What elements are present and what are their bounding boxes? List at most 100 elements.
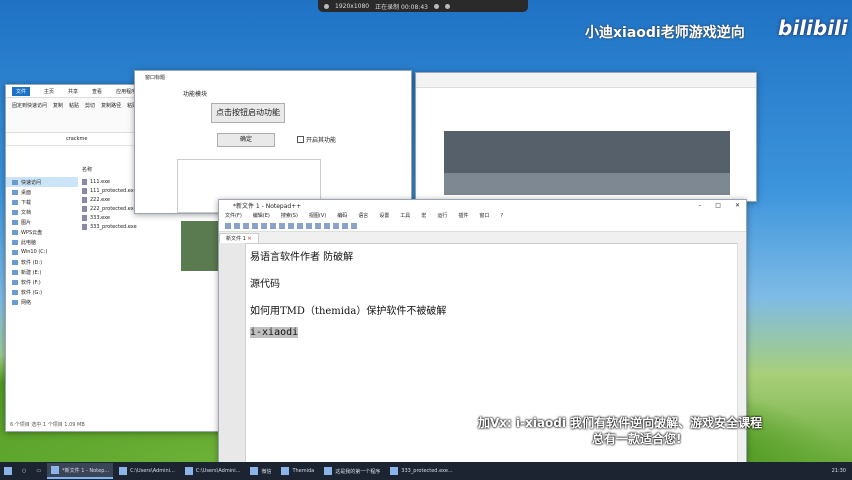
nav-item-drive-g[interactable]: 软件 (G:) — [6, 287, 78, 297]
tab-home[interactable]: 主页 — [44, 88, 54, 95]
paste-icon[interactable] — [297, 222, 303, 229]
replace-icon[interactable] — [333, 222, 339, 229]
start-button[interactable] — [0, 463, 16, 479]
nav-item-downloads[interactable]: 下载 — [6, 197, 78, 207]
menu-language[interactable]: 语言 — [358, 212, 368, 219]
folder-icon — [184, 467, 193, 475]
stop-icon[interactable] — [444, 3, 450, 9]
system-clock[interactable]: 21:30 — [828, 463, 850, 479]
start-feature-button[interactable]: 点击按钮启动功能 — [211, 103, 285, 123]
cut-button[interactable]: 剪切 — [85, 102, 95, 109]
dialog-title: 窗口标题 — [145, 74, 166, 81]
paste-button[interactable]: 粘贴 — [69, 102, 79, 109]
menu-macro[interactable]: 宏 — [421, 212, 426, 219]
pause-icon[interactable] — [433, 3, 439, 9]
taskbar-item-themida[interactable]: Themida — [277, 463, 318, 479]
app-dialog-window[interactable]: 窗口标题 功能模块 点击按钮启动功能 确定 开启其功能 — [134, 70, 412, 271]
copy-button[interactable]: 复制 — [53, 102, 63, 109]
menu-encoding[interactable]: 编码 — [337, 212, 347, 219]
nav-item-wps-cloud[interactable]: WPS云盘 — [6, 227, 78, 237]
editor-line-2[interactable]: 源代码 — [250, 275, 280, 290]
nav-item-documents[interactable]: 文档 — [6, 207, 78, 217]
computer-icon — [12, 239, 18, 245]
cut-icon[interactable] — [279, 222, 285, 229]
print-icon[interactable] — [270, 222, 276, 229]
tab-label: 新文件 1 — [226, 235, 246, 242]
menu-window[interactable]: 窗口 — [479, 212, 489, 219]
tab-close-icon[interactable]: ✕ — [247, 236, 251, 242]
list-item[interactable]: 333.exe — [82, 213, 137, 222]
save-all-icon[interactable] — [252, 222, 258, 229]
nav-item-drive-c[interactable]: Win10 (C:) — [6, 247, 78, 257]
taskbar-item-npp[interactable]: *新文件 1 - Notep... — [47, 463, 114, 479]
copy-path-button[interactable]: 复制路径 — [101, 102, 121, 109]
editor-line-3[interactable]: 如何用TMD（themida）保护软件不被破解 — [250, 302, 446, 317]
editor-line-1[interactable]: 易语言软件作者 防破解 — [250, 248, 353, 263]
copy-icon[interactable] — [288, 222, 294, 229]
menu-search[interactable]: 搜索(S) — [281, 212, 298, 219]
tab-share[interactable]: 共享 — [68, 88, 78, 95]
menu-tools[interactable]: 工具 — [400, 212, 410, 219]
taskbar-label: *新文件 1 - Notep... — [62, 467, 110, 474]
nav-item-desktop[interactable]: 桌面 — [6, 187, 78, 197]
tab-new-file-1[interactable]: 新文件 1 ✕ — [219, 232, 259, 243]
recorder-resolution: 1920x1080 — [335, 2, 370, 10]
maximize-icon[interactable]: □ — [715, 202, 721, 209]
file-name: 222.exe — [90, 196, 111, 203]
exe-icon — [82, 205, 87, 212]
menu-help[interactable]: ? — [500, 213, 503, 219]
taskbar-item-333-protected[interactable]: 333_protected.exe... — [386, 463, 456, 479]
nav-item-this-pc[interactable]: 此电脑 — [6, 237, 78, 247]
list-item[interactable]: 111_protected.exe — [82, 186, 137, 195]
nav-item-network[interactable]: 网络 — [6, 297, 78, 307]
list-item[interactable]: 222.exe — [82, 195, 137, 204]
menu-view[interactable]: 视图(V) — [309, 212, 326, 219]
menu-edit[interactable]: 编辑(E) — [253, 212, 270, 219]
tab-view[interactable]: 查看 — [92, 88, 102, 95]
list-item[interactable]: 222_protected.exe — [82, 204, 137, 213]
checkbox-box[interactable] — [297, 136, 304, 143]
nav-item-drive-f[interactable]: 软件 (F:) — [6, 277, 78, 287]
save-icon[interactable] — [243, 222, 249, 229]
close-file-icon[interactable] — [261, 222, 267, 229]
record-icon[interactable] — [324, 3, 329, 9]
new-file-icon[interactable] — [225, 222, 231, 229]
undo-icon[interactable] — [306, 222, 312, 229]
browser-window[interactable] — [415, 72, 757, 202]
file-name: 333.exe — [90, 214, 111, 221]
tab-file[interactable]: 文件 — [12, 86, 31, 96]
open-file-icon[interactable] — [234, 222, 240, 229]
taskbar-item-first-program[interactable]: 这是我的第一个程序 — [320, 463, 384, 479]
ok-button[interactable]: 确定 — [217, 133, 275, 147]
find-icon[interactable] — [324, 222, 330, 229]
taskbar-item-wechat[interactable]: 微信 — [246, 463, 275, 479]
minimize-icon[interactable]: – — [698, 202, 701, 209]
search-button[interactable]: ○ — [18, 463, 30, 479]
folder-icon — [119, 467, 128, 475]
task-view-button[interactable]: ▭ — [32, 463, 45, 479]
list-item[interactable]: 333_protected.exe — [82, 222, 137, 231]
zoom-out-icon[interactable] — [351, 222, 357, 229]
menu-run[interactable]: 运行 — [437, 212, 447, 219]
column-header-name[interactable]: 名称 — [82, 166, 92, 173]
menu-plugins[interactable]: 插件 — [458, 212, 468, 219]
taskbar-item-explorer-2[interactable]: C:\Users\Admini... — [181, 463, 245, 479]
nav-item-drive-d[interactable]: 软件 (D:) — [6, 257, 78, 267]
editor-line-4[interactable]: i-xiaodi — [250, 327, 299, 338]
list-item[interactable]: 111.exe — [82, 177, 137, 186]
nav-label: 网络 — [21, 299, 32, 306]
breadcrumb[interactable]: crackme — [66, 136, 87, 142]
nav-item-quick-access[interactable]: 快速访问 — [6, 177, 78, 187]
nav-item-drive-e[interactable]: 新建 (E:) — [6, 267, 78, 277]
feature-checkbox[interactable]: 开启其功能 — [297, 135, 336, 144]
browser-banner-stripe — [444, 173, 730, 195]
pin-quick-access-button[interactable]: 固定到快速访问 — [12, 102, 47, 109]
menu-settings[interactable]: 设置 — [379, 212, 389, 219]
redo-icon[interactable] — [315, 222, 321, 229]
close-icon[interactable]: ✕ — [735, 202, 740, 209]
nav-item-pictures[interactable]: 图片 — [6, 217, 78, 227]
taskbar-item-explorer-1[interactable]: C:\Users\Admini... — [115, 463, 179, 479]
file-name: 111.exe — [90, 178, 111, 185]
zoom-in-icon[interactable] — [342, 222, 348, 229]
menu-file[interactable]: 文件(F) — [225, 212, 242, 219]
